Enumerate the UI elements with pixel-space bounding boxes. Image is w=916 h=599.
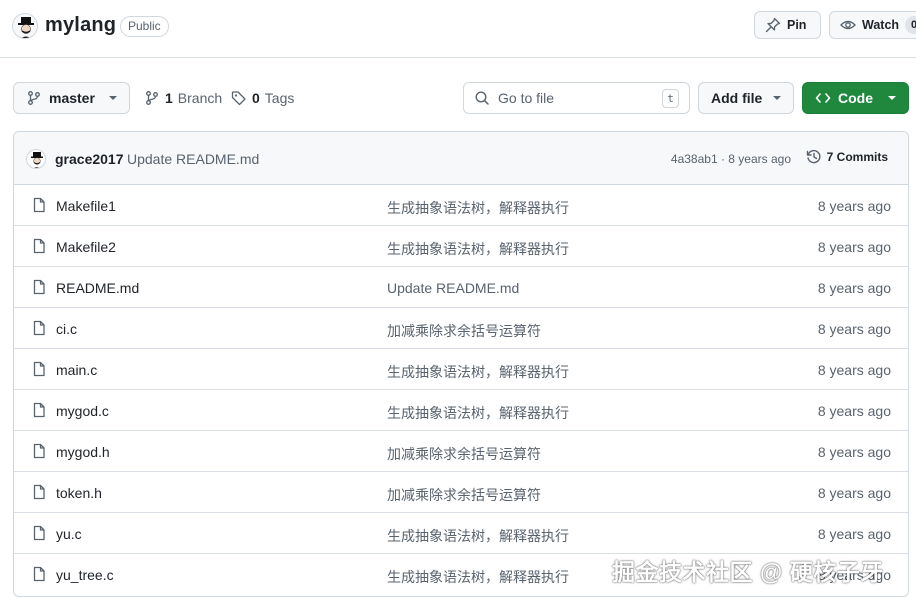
file-icon [31, 238, 47, 254]
visibility-badge: Public [120, 16, 169, 37]
file-row[interactable]: ci.c 加减乘除求余括号运算符 8 years ago [14, 308, 908, 349]
file-list: Makefile1 生成抽象语法树，解释器执行 8 years ago Makefil… [14, 185, 908, 595]
file-name-link[interactable]: ci.c [56, 321, 77, 337]
tag-count: 0 [252, 90, 260, 106]
file-name-link[interactable]: Makefile1 [56, 198, 116, 214]
eye-icon [840, 17, 856, 33]
file-last-updated: 8 years ago [817, 280, 891, 296]
file-icon [31, 402, 47, 418]
file-row[interactable]: yu.c 生成抽象语法树，解释器执行 8 years ago [14, 513, 908, 554]
file-name-link[interactable]: Makefile2 [56, 239, 116, 255]
file-commit-message-link[interactable]: 加减乘除求余括号运算符 [387, 444, 541, 464]
file-commit-message-link[interactable]: 生成抽象语法树，解释器执行 [387, 403, 569, 423]
commits-history-link[interactable]: 7 Commits [806, 149, 888, 165]
commit-author-avatar[interactable] [26, 149, 46, 169]
file-name-link[interactable]: main.c [56, 362, 97, 378]
watermark-text: 掘金技术社区 @ 硬核子牙 [612, 559, 884, 585]
repo-name[interactable]: mylang [45, 14, 116, 37]
file-last-updated: 8 years ago [817, 485, 891, 501]
add-file-button[interactable]: Add file [698, 82, 794, 114]
file-name-link[interactable]: mygod.h [56, 444, 110, 460]
pin-button[interactable]: Pin [754, 11, 821, 39]
file-last-updated: 8 years ago [817, 444, 891, 460]
add-file-label: Add file [711, 90, 763, 106]
file-name-link[interactable]: yu_tree.c [56, 567, 114, 583]
commit-author[interactable]: grace2017 [55, 151, 124, 167]
file-last-updated: 8 years ago [817, 198, 891, 214]
file-commit-message-link[interactable]: 加减乘除求余括号运算符 [387, 485, 541, 505]
file-last-updated: 8 years ago [817, 239, 891, 255]
file-row[interactable]: Makefile2 生成抽象语法树，解释器执行 8 years ago [14, 226, 908, 267]
file-row[interactable]: README.md Update README.md 8 years ago [14, 267, 908, 308]
watch-button[interactable]: Watch 0 [829, 11, 916, 39]
code-label: Code [838, 90, 873, 106]
file-row[interactable]: mygod.h 加减乘除求余括号运算符 8 years ago [14, 431, 908, 472]
branch-selector-button[interactable]: master [13, 82, 130, 114]
tag-count-label: Tags [264, 90, 295, 106]
file-commit-message-link[interactable]: 生成抽象语法树，解释器执行 [387, 198, 569, 218]
commit-message[interactable]: Update README.md [127, 151, 259, 167]
git-branch-icon [26, 90, 42, 106]
chevron-down-icon [109, 96, 117, 100]
file-icon [31, 484, 47, 500]
file-icon [31, 443, 47, 459]
watch-label: Watch [862, 18, 900, 32]
branch-name: master [49, 90, 95, 106]
file-name-link[interactable]: yu.c [56, 526, 82, 542]
file-name-link[interactable]: README.md [56, 280, 139, 296]
watch-count: 0 [905, 16, 916, 34]
file-icon [31, 525, 47, 541]
chevron-down-icon [888, 96, 896, 100]
owner-avatar[interactable] [12, 13, 38, 39]
file-commit-message-link[interactable]: 生成抽象语法树，解释器执行 [387, 362, 569, 382]
branch-count-label: Branch [177, 90, 223, 106]
go-to-file-input[interactable] [498, 90, 648, 106]
search-shortcut-hint: t [662, 88, 679, 108]
file-last-updated: 8 years ago [817, 526, 891, 542]
file-commit-message-link[interactable]: 生成抽象语法树，解释器执行 [387, 239, 569, 259]
file-icon [31, 320, 47, 336]
repo-header: mylang Public Pin Watch 0 [0, 0, 916, 58]
file-icon [31, 279, 47, 295]
git-branch-icon [144, 90, 160, 106]
branches-link[interactable]: 1 Branch [144, 90, 222, 106]
file-row[interactable]: mygod.c 生成抽象语法树，解释器执行 8 years ago [14, 390, 908, 431]
pin-label: Pin [787, 18, 807, 32]
file-table: grace2017 Update README.md 4a38ab1 · 8 y… [13, 131, 909, 597]
file-name-link[interactable]: mygod.c [56, 403, 109, 419]
code-button[interactable]: Code [802, 82, 909, 114]
file-icon [31, 566, 47, 582]
file-last-updated: 8 years ago [817, 362, 891, 378]
history-icon [806, 149, 822, 165]
commit-hash-and-time[interactable]: 4a38ab1 · 8 years ago [671, 152, 791, 166]
chevron-down-icon [773, 96, 781, 100]
file-name-link[interactable]: token.h [56, 485, 102, 501]
file-commit-message-link[interactable]: 生成抽象语法树，解释器执行 [387, 567, 569, 587]
code-icon [815, 90, 831, 106]
file-commit-message-link[interactable]: 生成抽象语法树，解释器执行 [387, 526, 569, 546]
file-row[interactable]: Makefile1 生成抽象语法树，解释器执行 8 years ago [14, 185, 908, 226]
file-commit-message-link[interactable]: 加减乘除求余括号运算符 [387, 321, 541, 341]
go-to-file-search[interactable]: t [463, 82, 690, 114]
file-commit-message-link[interactable]: Update README.md [387, 280, 519, 296]
search-icon [474, 90, 490, 106]
commits-count-label: 7 Commits [826, 150, 888, 164]
tag-icon [231, 90, 247, 106]
latest-commit-bar: grace2017 Update README.md 4a38ab1 · 8 y… [14, 132, 908, 185]
file-row[interactable]: token.h 加减乘除求余括号运算符 8 years ago [14, 472, 908, 513]
tags-link[interactable]: 0 Tags [231, 90, 294, 106]
file-last-updated: 8 years ago [817, 403, 891, 419]
file-row[interactable]: main.c 生成抽象语法树，解释器执行 8 years ago [14, 349, 908, 390]
pin-icon [765, 17, 781, 33]
file-last-updated: 8 years ago [817, 321, 891, 337]
branch-count: 1 [165, 90, 173, 106]
file-icon [31, 197, 47, 213]
file-icon [31, 361, 47, 377]
